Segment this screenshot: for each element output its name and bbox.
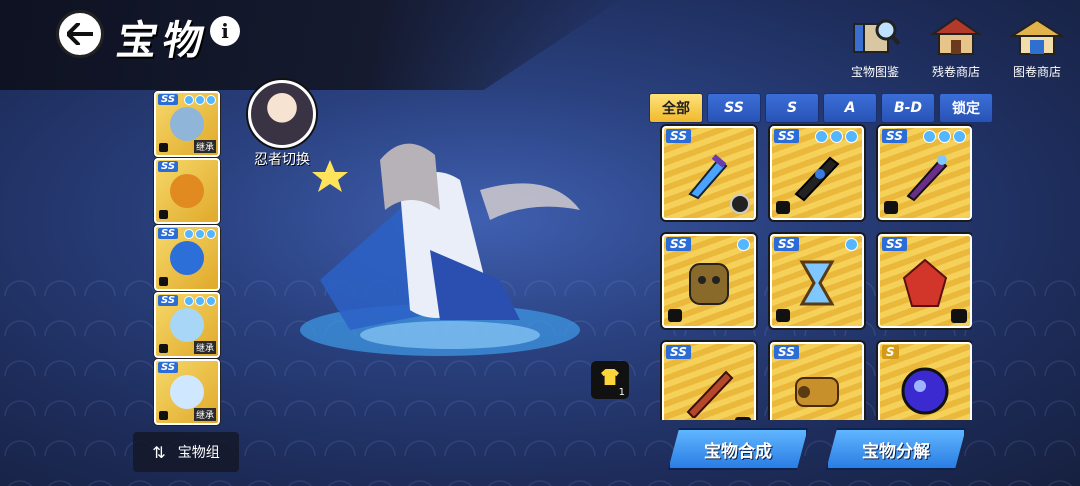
treasure-grid: SS SS SS SS SS SS SS SS S [660,124,972,420]
star-gems [923,130,966,143]
inherit-tag: 继承 [193,140,216,153]
tab-a[interactable]: A [823,93,877,123]
rank-badge: SS [158,228,179,239]
lock-icon [884,201,898,214]
swap-arrows-icon: ⇅ [152,442,166,462]
red-sword-icon [686,370,734,418]
lock-icon [159,210,168,219]
ring-badge-icon [730,194,750,214]
skin-button[interactable]: 1 [591,361,629,399]
dark-orb-icon [901,367,949,415]
tab-locked[interactable]: 锁定 [939,93,993,123]
treasure-card[interactable]: SS [878,126,972,220]
golden-scroll-icon [795,377,839,407]
star-gems [845,238,858,251]
equipped-treasure-slot[interactable]: SS [154,225,220,291]
star-gems [815,130,858,143]
back-button[interactable] [56,10,104,58]
purple-blade-icon [906,155,948,202]
scroll-shop-label: 图卷商店 [1012,65,1061,79]
treasure-card[interactable]: SS [770,234,864,328]
character-illustration [300,143,580,356]
lock-icon [159,143,168,152]
star-gems [737,238,750,251]
equipped-treasure-slot[interactable]: SS 继承 [154,292,220,358]
tab-all[interactable]: 全部 [649,93,703,123]
crystal-dagger-icon [688,154,728,200]
tab-s[interactable]: S [765,93,819,123]
compose-treasure-button[interactable]: 宝物合成 [668,428,808,470]
equipped-treasure-slot[interactable]: SS 继承 [154,359,220,425]
tab-b-d[interactable]: B-D [881,93,935,123]
rank-badge: SS [666,129,691,143]
skin-count: 1 [618,387,625,398]
page-title: 宝物 [113,17,214,64]
lock-icon [159,277,168,286]
fragment-shop-label: 残卷商店 [931,65,980,79]
equipped-treasure-slot[interactable]: SS 继承 [154,91,220,157]
shirt-icon [601,369,619,385]
rank-badge: SS [774,345,799,359]
rank-badge: SS [882,129,907,143]
tab-ss[interactable]: SS [707,93,761,123]
lock-icon [668,309,682,322]
stone-beast-icon [689,263,729,305]
treasure-card[interactable]: SS [662,342,756,420]
book-magnifier-icon [853,19,901,53]
ring-icon [170,174,204,208]
lock-icon [159,411,168,420]
rank-badge: SS [666,237,691,251]
treasure-card[interactable]: SS [878,234,972,328]
red-crystal-icon [902,258,948,307]
treasure-set-label: 宝物组 [177,445,220,461]
rank-badge: SS [774,129,799,143]
lock-icon [159,344,168,353]
shop-roof-icon [1008,18,1066,55]
lock-icon [776,309,790,322]
fragment-shop-button[interactable]: 残卷商店 [921,14,991,79]
orb-icon [170,241,204,275]
shirt-badge-icon [951,309,967,323]
treasure-card[interactable]: SS [770,342,864,420]
statue-icon [170,107,204,141]
shuriken-icon [170,308,204,342]
star-gems [184,95,216,105]
inherit-tag: 继承 [193,341,216,354]
shop-building-icon [929,16,983,55]
star-gems [184,229,216,239]
feather-icon [170,375,204,409]
rank-badge: SS [882,237,907,251]
filter-tabs: 全部 SS S A B-D 锁定 [649,93,993,123]
info-button[interactable]: i [210,16,240,46]
scroll-shop-button[interactable]: 图卷商店 [1002,14,1072,79]
treasure-card[interactable]: SS [770,126,864,220]
arrow-left-icon [67,23,93,45]
treasure-catalog-label: 宝物图鉴 [850,65,899,79]
rank-badge: SS [774,237,799,251]
rank-badge: SS [158,94,179,105]
treasure-card[interactable]: SS [662,234,756,328]
decompose-treasure-button[interactable]: 宝物分解 [826,428,966,470]
dark-staff-icon [794,156,840,202]
rank-badge: SS [666,345,691,359]
rank-badge: SS [158,362,179,373]
inherit-tag: 继承 [193,408,216,421]
shirt-badge-icon [735,417,751,420]
equipped-treasure-slot[interactable]: SS [154,158,220,224]
treasure-card[interactable]: S [878,342,972,420]
treasure-set-button[interactable]: ⇅ 宝物组 [133,432,239,472]
lock-icon [776,201,790,214]
rank-badge: SS [158,295,179,306]
treasure-catalog-button[interactable]: 宝物图鉴 [840,14,910,79]
treasure-card[interactable]: SS [662,126,756,220]
hourglass-icon [799,260,835,306]
rank-badge: S [882,345,899,359]
rank-badge: SS [158,161,179,172]
star-gems [184,296,216,306]
